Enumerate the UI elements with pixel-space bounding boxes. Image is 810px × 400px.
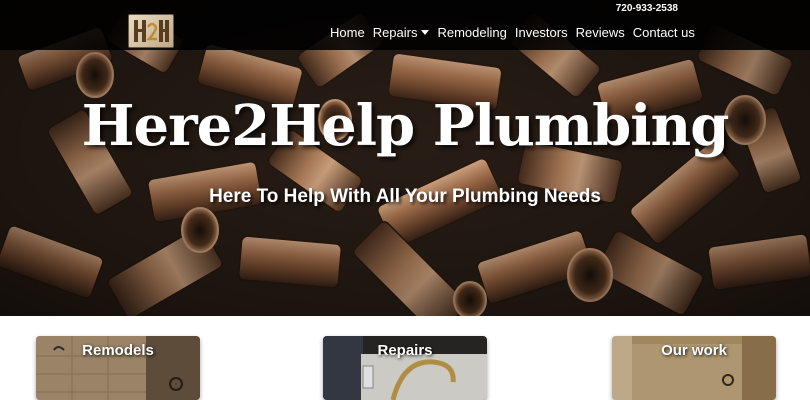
hero-title: Here2Help Plumbing — [81, 93, 730, 159]
nav-investors[interactable]: Investors — [515, 25, 568, 40]
nav-reviews-label: Reviews — [575, 25, 625, 40]
nav-reviews[interactable]: Reviews — [576, 25, 625, 40]
nav-home[interactable]: Home — [330, 25, 365, 40]
phone-number[interactable]: 720-933-2538 — [616, 3, 678, 14]
nav-contact-label: Contact us — [632, 25, 695, 40]
nav-investors-label: Investors — [514, 25, 568, 40]
hero-subtitle: Here To Help With All Your Plumbing Need… — [209, 186, 601, 207]
card-our-work[interactable]: Our work — [612, 336, 776, 400]
nav-home-label: Home — [330, 25, 365, 40]
nav-contact[interactable]: Contact us — [633, 25, 695, 40]
card-repairs[interactable]: Repairs — [323, 336, 487, 400]
card-our-work-label: Our work — [661, 342, 727, 359]
nav-repairs[interactable]: Repairs — [373, 25, 430, 40]
caret-down-icon — [421, 30, 430, 35]
nav-remodeling[interactable]: Remodeling — [437, 25, 506, 40]
logo-icon — [134, 20, 169, 42]
nav-remodeling-label: Remodeling — [437, 25, 507, 40]
nav-repairs-label: Repairs — [372, 25, 418, 40]
card-remodels[interactable]: Remodels — [36, 336, 200, 400]
card-remodels-label: Remodels — [82, 342, 154, 359]
card-repairs-label: Repairs — [377, 342, 433, 359]
site-logo[interactable] — [128, 14, 174, 48]
main-nav: Home Repairs Remodeling Investors Review… — [330, 25, 703, 40]
